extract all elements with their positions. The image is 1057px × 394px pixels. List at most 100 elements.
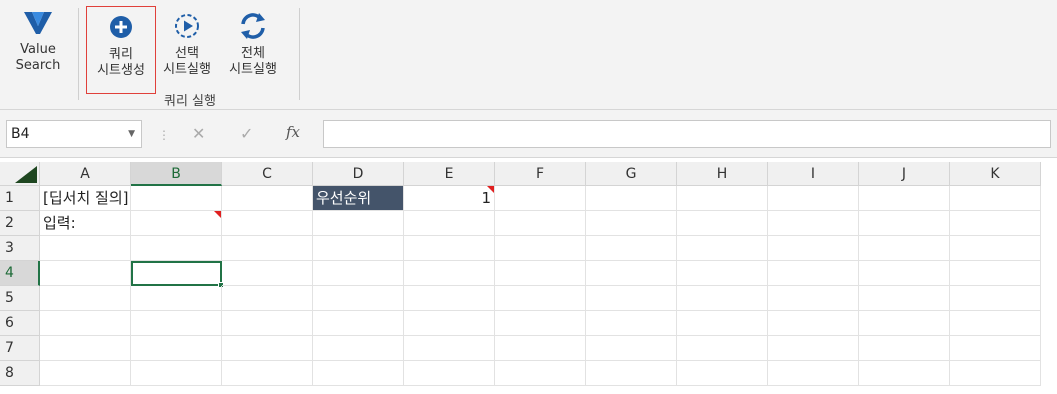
cell-e6[interactable] [404, 311, 495, 336]
cell-b5[interactable] [131, 286, 222, 311]
cell-g1[interactable] [586, 186, 677, 211]
cell-i8[interactable] [768, 361, 859, 386]
drag-handle-icon[interactable]: ⋮ [158, 128, 170, 142]
row-header-8[interactable]: 8 [0, 361, 40, 386]
cell-h5[interactable] [677, 286, 768, 311]
cell-h8[interactable] [677, 361, 768, 386]
insert-function-icon[interactable]: fx [286, 123, 300, 141]
cell-a3[interactable] [40, 236, 131, 261]
cell-k5[interactable] [950, 286, 1041, 311]
create-query-sheet-button[interactable]: 쿼리 시트생성 [86, 6, 156, 94]
cell-j6[interactable] [859, 311, 950, 336]
cell-k2[interactable] [950, 211, 1041, 236]
row-header-7[interactable]: 7 [0, 336, 40, 361]
cell-e3[interactable] [404, 236, 495, 261]
cell-g4[interactable] [586, 261, 677, 286]
cell-g3[interactable] [586, 236, 677, 261]
column-header-j[interactable]: J [859, 162, 950, 186]
cell-h1[interactable] [677, 186, 768, 211]
cell-j8[interactable] [859, 361, 950, 386]
cell-i2[interactable] [768, 211, 859, 236]
cell-c8[interactable] [222, 361, 313, 386]
cell-k4[interactable] [950, 261, 1041, 286]
cell-e1[interactable]: 1 [404, 186, 495, 211]
cell-b7[interactable] [131, 336, 222, 361]
cell-d3[interactable] [313, 236, 404, 261]
column-header-g[interactable]: G [586, 162, 677, 186]
row-header-2[interactable]: 2 [0, 211, 40, 236]
cell-a8[interactable] [40, 361, 131, 386]
column-header-k[interactable]: K [950, 162, 1041, 186]
cell-c3[interactable] [222, 236, 313, 261]
cell-e4[interactable] [404, 261, 495, 286]
cell-c2[interactable] [222, 211, 313, 236]
cell-a5[interactable] [40, 286, 131, 311]
value-search-button[interactable]: Value Search [6, 6, 70, 74]
cell-b3[interactable] [131, 236, 222, 261]
cell-f4[interactable] [495, 261, 586, 286]
chevron-down-icon[interactable]: ▼ [128, 121, 135, 147]
cell-i6[interactable] [768, 311, 859, 336]
cell-i5[interactable] [768, 286, 859, 311]
column-header-a[interactable]: A [40, 162, 131, 186]
cell-h6[interactable] [677, 311, 768, 336]
cell-d1[interactable]: 우선순위 [313, 186, 404, 211]
cell-k8[interactable] [950, 361, 1041, 386]
cell-b1[interactable] [131, 186, 222, 211]
cell-f6[interactable] [495, 311, 586, 336]
cell-f7[interactable] [495, 336, 586, 361]
row-header-1[interactable]: 1 [0, 186, 40, 211]
row-header-5[interactable]: 5 [0, 286, 40, 311]
cell-a4[interactable] [40, 261, 131, 286]
cell-i7[interactable] [768, 336, 859, 361]
column-header-b[interactable]: B [131, 162, 222, 186]
cell-i1[interactable] [768, 186, 859, 211]
cell-g5[interactable] [586, 286, 677, 311]
cell-g2[interactable] [586, 211, 677, 236]
cell-f5[interactable] [495, 286, 586, 311]
cell-c5[interactable] [222, 286, 313, 311]
cell-e8[interactable] [404, 361, 495, 386]
cell-j7[interactable] [859, 336, 950, 361]
cell-h2[interactable] [677, 211, 768, 236]
cell-d5[interactable] [313, 286, 404, 311]
cell-c1[interactable] [222, 186, 313, 211]
cell-i4[interactable] [768, 261, 859, 286]
cell-d6[interactable] [313, 311, 404, 336]
cell-h7[interactable] [677, 336, 768, 361]
cell-a2[interactable]: 입력: [40, 211, 131, 236]
cell-f2[interactable] [495, 211, 586, 236]
cell-e2[interactable] [404, 211, 495, 236]
column-header-d[interactable]: D [313, 162, 404, 186]
cell-j4[interactable] [859, 261, 950, 286]
cancel-icon[interactable]: ✕ [192, 124, 205, 143]
row-header-4[interactable]: 4 [0, 261, 40, 286]
cell-c7[interactable] [222, 336, 313, 361]
cell-k7[interactable] [950, 336, 1041, 361]
row-header-3[interactable]: 3 [0, 236, 40, 261]
column-header-h[interactable]: H [677, 162, 768, 186]
cell-j1[interactable] [859, 186, 950, 211]
cell-a7[interactable] [40, 336, 131, 361]
cell-f1[interactable] [495, 186, 586, 211]
row-header-6[interactable]: 6 [0, 311, 40, 336]
column-header-f[interactable]: F [495, 162, 586, 186]
cell-b2[interactable] [131, 211, 222, 236]
cell-f3[interactable] [495, 236, 586, 261]
cell-d2[interactable] [313, 211, 404, 236]
cell-f8[interactable] [495, 361, 586, 386]
cell-e7[interactable] [404, 336, 495, 361]
cell-c6[interactable] [222, 311, 313, 336]
cell-g6[interactable] [586, 311, 677, 336]
column-header-e[interactable]: E [404, 162, 495, 186]
cell-b4[interactable] [131, 261, 224, 288]
enter-check-icon[interactable]: ✓ [240, 124, 253, 143]
cell-d7[interactable] [313, 336, 404, 361]
cell-d4[interactable] [313, 261, 404, 286]
cell-g7[interactable] [586, 336, 677, 361]
column-header-c[interactable]: C [222, 162, 313, 186]
cell-k1[interactable] [950, 186, 1041, 211]
cell-k3[interactable] [950, 236, 1041, 261]
column-header-i[interactable]: I [768, 162, 859, 186]
cell-h4[interactable] [677, 261, 768, 286]
